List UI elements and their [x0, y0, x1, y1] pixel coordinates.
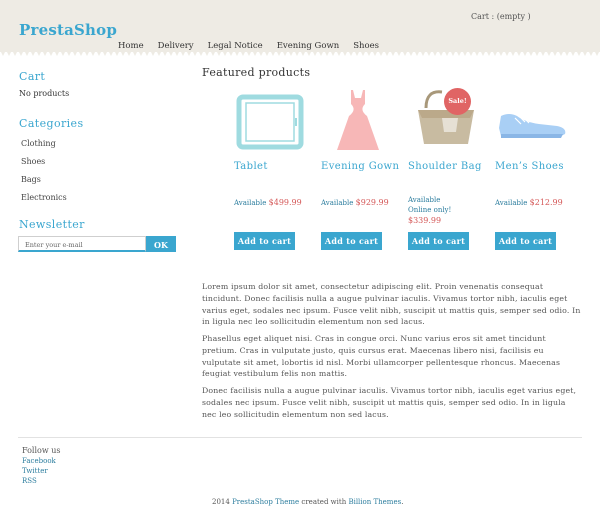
nav-item-evening-gown[interactable]: Evening Gown [277, 41, 340, 51]
main-nav: Home Delivery Legal Notice Evening Gown … [118, 41, 393, 51]
product-price-evening-gown: $929.99 [355, 198, 389, 207]
header-cart-status[interactable]: Cart : (empty ) [471, 12, 531, 21]
product-availability-evening-gown: Available $929.99 [321, 198, 389, 207]
add-to-cart-button-tablet[interactable]: Add to cart [234, 232, 295, 250]
category-clothing[interactable]: Clothing [21, 139, 56, 148]
product-availability-tablet: Available $499.99 [234, 198, 302, 207]
newsletter-email-input[interactable]: Enter your e-mail [18, 236, 146, 252]
product-name-shoulder-bag[interactable]: Shoulder Bag [408, 161, 482, 172]
dress-icon[interactable] [321, 88, 407, 150]
product-name-evening-gown[interactable]: Evening Gown [321, 161, 399, 172]
product-name-tablet[interactable]: Tablet [234, 161, 268, 172]
nav-item-legal-notice[interactable]: Legal Notice [208, 41, 263, 51]
footer-link-facebook[interactable]: Facebook [22, 457, 56, 465]
newsletter-heading: Newsletter [19, 218, 85, 231]
add-to-cart-button-mens-shoes[interactable]: Add to cart [495, 232, 556, 250]
footer-link-rss[interactable]: RSS [22, 477, 37, 485]
online-only-label: Online only! [408, 206, 452, 214]
footer-copyright: 2014 PrestaShop Theme created with Billi… [212, 498, 404, 506]
sale-badge: Sale! [444, 88, 471, 115]
tablet-icon[interactable] [234, 88, 320, 150]
content-paragraph: Lorem ipsum dolor sit amet, consectetur … [202, 282, 581, 327]
category-shoes[interactable]: Shoes [21, 157, 45, 166]
add-to-cart-button-evening-gown[interactable]: Add to cart [321, 232, 382, 250]
featured-products-title: Featured products [202, 66, 311, 79]
nav-item-home[interactable]: Home [118, 41, 144, 51]
add-to-cart-button-shoulder-bag[interactable]: Add to cart [408, 232, 469, 250]
footer-divider [18, 437, 582, 438]
categories-heading: Categories [19, 117, 84, 130]
product-price-tablet: $499.99 [268, 198, 302, 207]
product-availability-shoulder-bag: Available [408, 196, 441, 204]
nav-item-shoes[interactable]: Shoes [353, 41, 379, 51]
category-bags[interactable]: Bags [21, 175, 41, 184]
site-logo[interactable]: PrestaShop [19, 21, 117, 39]
cart-heading[interactable]: Cart [19, 70, 45, 83]
product-price-shoulder-bag: $339.99 [408, 216, 442, 225]
cart-empty-text: No products [19, 89, 70, 98]
newsletter-ok-button[interactable]: OK [146, 236, 176, 252]
footer-link-twitter[interactable]: Twitter [22, 467, 48, 475]
product-availability-mens-shoes: Available $212.99 [495, 198, 563, 207]
product-price-mens-shoes: $212.99 [529, 198, 563, 207]
footer-author-link[interactable]: Billion Themes [348, 498, 401, 506]
content-paragraph: Donec facilisis nulla a augue pulvinar i… [202, 386, 577, 419]
nav-item-delivery[interactable]: Delivery [158, 41, 194, 51]
category-electronics[interactable]: Electronics [21, 193, 67, 202]
shoe-icon[interactable] [495, 88, 581, 150]
footer-theme-link[interactable]: PrestaShop Theme [232, 498, 299, 506]
follow-us-heading: Follow us [22, 446, 61, 455]
product-name-mens-shoes[interactable]: Men’s Shoes [495, 161, 564, 172]
content-paragraph: Phasellus eget aliquet nisi. Cras in con… [202, 334, 561, 379]
